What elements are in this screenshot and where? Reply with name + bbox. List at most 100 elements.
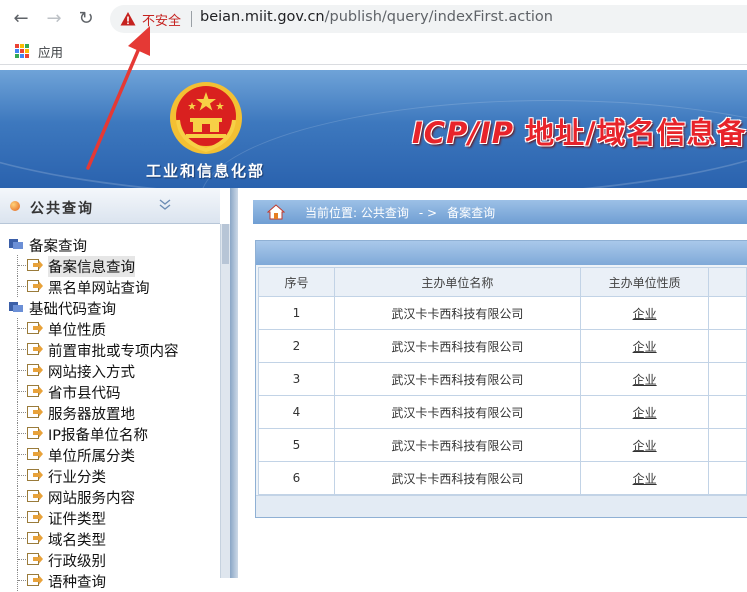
sidebar-item[interactable]: 网站服务内容 [0, 486, 220, 507]
tree-connector [17, 255, 26, 276]
column-header-more [708, 267, 747, 297]
frame-divider[interactable] [230, 188, 238, 578]
sidebar-item-label: 单位所属分类 [48, 449, 135, 465]
table-body: 1 武汉卡卡西科技有限公司 企业 2 武汉卡卡西科技有限公司 企业 3 武汉卡卡西科技有限公司… [258, 296, 747, 495]
sidebar-item-label: 备案信息查询 [48, 256, 135, 277]
tree-connector [17, 360, 26, 381]
cell-type-link[interactable]: 企业 [579, 362, 710, 396]
cell-name: 武汉卡卡西科技有限公司 [333, 428, 581, 462]
tree-connector [17, 318, 26, 339]
column-header-type: 主办单位性质 [579, 267, 710, 297]
sidebar-item[interactable]: 单位所属分类 [0, 444, 220, 465]
document-arrow-icon [27, 490, 43, 502]
warning-icon[interactable] [120, 11, 136, 27]
cell-type-link[interactable]: 企业 [579, 296, 710, 330]
cell-seq: 6 [258, 461, 335, 495]
sidebar-item-label: IP报备单位名称 [48, 428, 149, 444]
document-arrow-icon [27, 385, 43, 397]
document-arrow-icon [27, 406, 43, 418]
ministry-name: 工业和信息化部 [146, 162, 266, 180]
url-host: beian.miit.gov.cn [200, 9, 325, 25]
sidebar-item[interactable]: 语种查询 [0, 570, 220, 591]
tree-connector [17, 570, 26, 591]
cell-type-link[interactable]: 企业 [579, 395, 710, 429]
column-header-seq: 序号 [258, 267, 335, 297]
cell-type-link[interactable]: 企业 [579, 329, 710, 363]
sidebar-item[interactable]: 基础代码查询 [0, 297, 220, 318]
sidebar-item[interactable]: 行政级别 [0, 549, 220, 570]
double-chevron-down-icon[interactable] [158, 198, 172, 212]
sidebar-item-label: 语种查询 [48, 575, 106, 591]
document-arrow-icon [27, 574, 43, 586]
document-arrow-icon [27, 259, 43, 271]
document-arrow-icon [27, 364, 43, 376]
sidebar-item[interactable]: 备案查询 [0, 234, 220, 255]
sidebar-item[interactable]: 证件类型 [0, 507, 220, 528]
sidebar-scrollbar[interactable] [220, 224, 230, 578]
cell-name: 武汉卡卡西科技有限公司 [333, 395, 581, 429]
insecure-label[interactable]: 不安全 [142, 10, 181, 29]
url-path: /publish/query/indexFirst.action [324, 9, 553, 25]
document-arrow-icon [27, 469, 43, 481]
cell-type-link[interactable]: 企业 [579, 461, 710, 495]
tree-connector [17, 444, 26, 465]
url-text[interactable]: beian.miit.gov.cn/publish/query/indexFir… [200, 9, 553, 25]
cell-more [708, 362, 747, 396]
breadcrumb-text: 当前位置: 公共查询 - > 备案查询 [305, 204, 495, 221]
sidebar-item[interactable]: 服务器放置地 [0, 402, 220, 423]
sidebar-item[interactable]: 备案信息查询 [0, 255, 220, 277]
forward-button[interactable]: → [43, 8, 65, 30]
sidebar-item[interactable]: IP报备单位名称 [0, 423, 220, 444]
tree-connector [17, 381, 26, 402]
sidebar-item[interactable]: 黑名单网站查询 [0, 276, 220, 297]
cell-more [708, 296, 747, 330]
title-rest: 地址/域名信息备 [513, 116, 747, 150]
document-arrow-icon [27, 532, 43, 544]
cell-seq: 5 [258, 428, 335, 462]
sidebar-header: 公共查询 [0, 188, 220, 224]
table-row: 5 武汉卡卡西科技有限公司 企业 [258, 428, 747, 462]
document-arrow-icon [27, 511, 43, 523]
sidebar: 公共查询 备案查询 备案信息查询 黑名单网站查询基础代码查询 单位性质前置审批或专项内… [0, 188, 230, 591]
table-row: 1 武汉卡卡西科技有限公司 企业 [258, 296, 747, 330]
sidebar-item[interactable]: 单位性质 [0, 318, 220, 339]
sidebar-item[interactable]: 前置审批或专项内容 [0, 339, 220, 360]
bullet-icon [10, 201, 20, 211]
sidebar-tree: 备案查询 备案信息查询 黑名单网站查询基础代码查询 单位性质前置审批或专项内容 网站接入… [0, 234, 220, 591]
reload-button[interactable]: ↻ [75, 8, 97, 30]
breadcrumb-prefix: 当前位置: 公共查询 [305, 206, 409, 220]
scrollbar-thumb[interactable] [222, 224, 229, 264]
sidebar-item[interactable]: 行业分类 [0, 465, 220, 486]
document-arrow-icon [27, 343, 43, 355]
sidebar-item[interactable]: 域名类型 [0, 528, 220, 549]
sidebar-item-label: 网站服务内容 [48, 491, 135, 507]
back-button[interactable]: ← [10, 8, 32, 30]
bookmarks-bar [0, 38, 747, 65]
sidebar-item-label: 基础代码查询 [29, 302, 116, 318]
document-arrow-icon [27, 280, 43, 292]
sidebar-item-label: 前置审批或专项内容 [48, 344, 179, 360]
cell-name: 武汉卡卡西科技有限公司 [333, 461, 581, 495]
sidebar-item-label: 证件类型 [48, 512, 106, 528]
cell-seq: 2 [258, 329, 335, 363]
cell-type-link[interactable]: 企业 [579, 428, 710, 462]
cell-seq: 1 [258, 296, 335, 330]
tree-connector [17, 276, 26, 297]
apps-bookmark[interactable]: 应用 [38, 42, 63, 61]
document-arrow-icon [27, 322, 43, 334]
tree-connector [17, 423, 26, 444]
apps-grid-icon[interactable] [15, 44, 29, 58]
address-bar[interactable]: 不安全 beian.miit.gov.cn/publish/query/inde… [110, 5, 747, 33]
title-icp: ICP/IP [412, 116, 514, 150]
sidebar-title: 公共查询 [30, 201, 94, 217]
sidebar-item-label: 网站接入方式 [48, 365, 135, 381]
main-content: 当前位置: 公共查询 - > 备案查询 序号 主办单位名称 主办单位性质 1 武汉卡卡… [238, 188, 747, 578]
tree-connector [17, 402, 26, 423]
sidebar-item[interactable]: 省市县代码 [0, 381, 220, 402]
sidebar-item[interactable]: 网站接入方式 [0, 360, 220, 381]
cell-seq: 3 [258, 362, 335, 396]
table-row: 3 武汉卡卡西科技有限公司 企业 [258, 362, 747, 396]
tree-connector [17, 465, 26, 486]
column-header-name: 主办单位名称 [333, 267, 581, 297]
site-header: 工业和信息化部 ICP/IP 地址/域名信息备 [0, 70, 747, 188]
